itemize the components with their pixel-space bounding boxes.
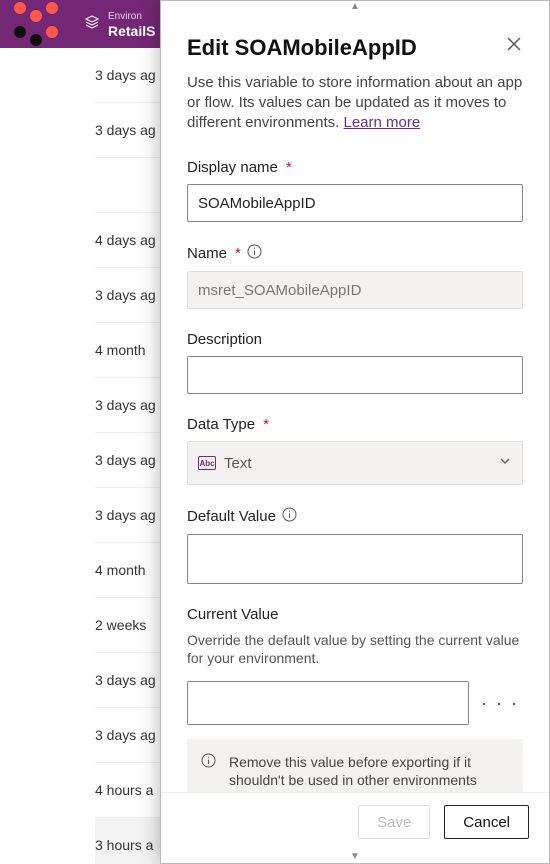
text-type-icon: Abc <box>198 456 216 470</box>
data-type-select[interactable]: Abc Text <box>187 441 523 485</box>
name-input <box>187 271 523 309</box>
description-input[interactable] <box>187 356 523 394</box>
panel-title: Edit SOAMobileAppID <box>187 35 417 61</box>
export-notice-text: Remove this value before exporting if it… <box>229 754 477 788</box>
scroll-up-arrow[interactable]: ▲ <box>161 1 549 13</box>
default-value-input[interactable] <box>187 534 523 584</box>
panel-description: Use this variable to store information a… <box>187 73 523 133</box>
field-current-value: Current Value Override the default value… <box>187 606 523 792</box>
export-notice: Remove this value before exporting if it… <box>187 739 523 792</box>
field-data-type: Data Type * Abc Text <box>187 416 523 485</box>
learn-more-link[interactable]: Learn more <box>343 114 420 131</box>
required-indicator: * <box>263 416 269 433</box>
display-name-label: Display name <box>187 159 278 176</box>
info-icon[interactable] <box>282 507 297 526</box>
edit-variable-panel: ▲ Edit SOAMobileAppID Use this variable … <box>160 0 550 864</box>
environment-label-block: Environ RetailS <box>108 10 155 38</box>
app-root: Environ RetailS 3 days ag 3 days ag 4 da… <box>0 0 550 864</box>
environment-name: RetailS <box>108 24 155 38</box>
cancel-button[interactable]: Cancel <box>444 805 529 839</box>
chevron-down-icon <box>498 454 512 473</box>
current-value-input[interactable] <box>187 681 469 725</box>
environment-icon <box>84 14 100 35</box>
field-default-value: Default Value <box>187 507 523 584</box>
name-label: Name <box>187 245 227 262</box>
app-logo-pattern <box>12 0 72 48</box>
description-label: Description <box>187 331 262 348</box>
field-description: Description <box>187 331 523 394</box>
current-value-description: Override the default value by setting th… <box>187 631 523 667</box>
required-indicator: * <box>235 245 241 262</box>
field-display-name: Display name * <box>187 159 523 222</box>
field-name: Name * <box>187 244 523 309</box>
required-indicator: * <box>286 159 292 176</box>
panel-scroll-area[interactable]: Edit SOAMobileAppID Use this variable to… <box>161 13 549 792</box>
panel-footer: Save Cancel <box>161 792 549 851</box>
current-value-label: Current Value <box>187 606 278 623</box>
environment-small-label: Environ <box>108 10 155 24</box>
info-icon <box>201 753 216 772</box>
close-icon[interactable] <box>505 35 523 58</box>
info-icon[interactable] <box>247 244 262 263</box>
save-button: Save <box>358 805 430 839</box>
data-type-value: Text <box>224 455 252 472</box>
more-options-icon[interactable]: · · · <box>477 693 523 714</box>
data-type-label: Data Type <box>187 416 255 433</box>
display-name-input[interactable] <box>187 184 523 222</box>
default-value-label: Default Value <box>187 508 276 525</box>
scroll-down-arrow[interactable]: ▼ <box>161 851 549 863</box>
